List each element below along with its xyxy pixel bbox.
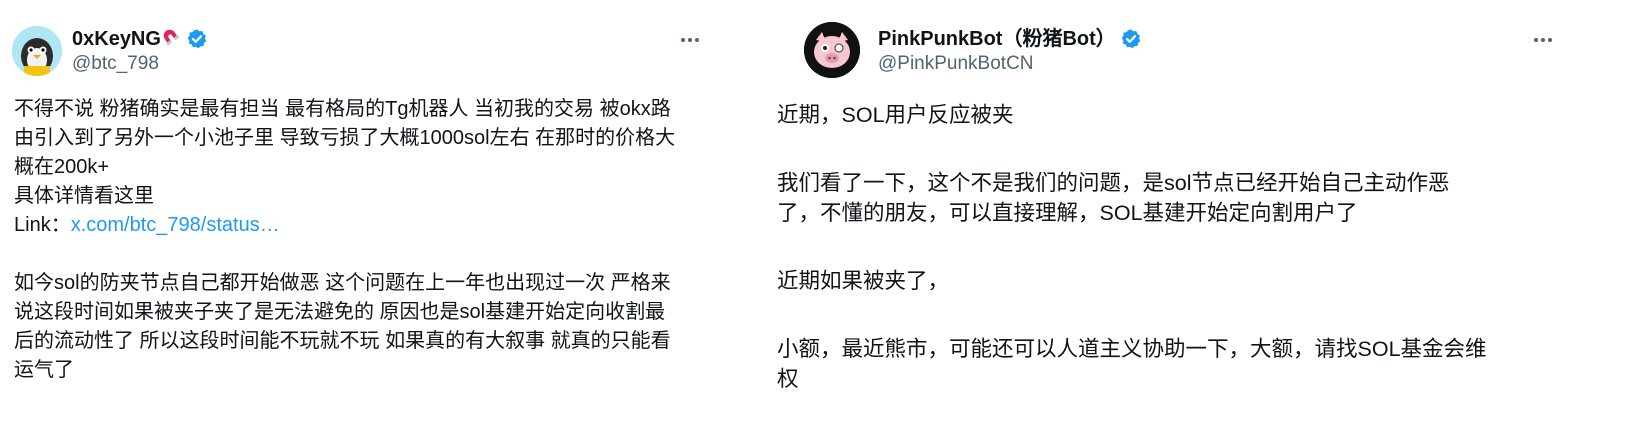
more-options-icon[interactable] xyxy=(1531,28,1555,52)
post-text-line: 后的流动性了 所以这段时间能不玩就不玩 如果真的有大叙事 就真的只能看 xyxy=(14,330,671,352)
post-text-line: 如今sol的防夹节点自己都开始做恶 这个问题在上一年也出现过一次 严格来 xyxy=(14,272,671,294)
display-name[interactable]: PinkPunkBot（粉猪Bot） xyxy=(878,27,1116,51)
status-link[interactable]: x.com/btc_798/status… xyxy=(71,214,280,236)
link-label: Link： xyxy=(14,214,71,236)
post-text-line: 小额，最近熊市，可能还可以人道主义协助一下，大额，请找SOL基金会维 xyxy=(777,337,1487,361)
post-body: 不得不说 粉猪确实是最有担当 最有格局的Tg机器人 当初我的交易 被okx路 由… xyxy=(14,95,675,385)
avatar[interactable] xyxy=(12,26,62,76)
post-text-line: 近期如果被夹了， xyxy=(777,269,950,293)
author-name-row: PinkPunkBot（粉猪Bot） xyxy=(878,27,1142,51)
post-text-line: 说这段时间如果被夹子夹了是无法避免的 原因也是sol基建开始定向收割最 xyxy=(14,301,666,323)
post-text-line: 近期，SOL用户反应被夹 xyxy=(777,103,1014,127)
post-text-line: 我们看了一下，这个不是我们的问题，是sol节点已经开始自己主动作恶 xyxy=(777,171,1450,195)
post-text-line: 由引入到了另外一个小池子里 导致亏损了大概1000sol左右 在那时的价格大 xyxy=(14,127,676,149)
post-text-line: 不得不说 粉猪确实是最有担当 最有格局的Tg机器人 当初我的交易 被okx路 xyxy=(14,98,671,120)
verified-badge-icon xyxy=(186,28,208,50)
author-name-row: 0xKeyNG xyxy=(72,27,208,51)
magnet-icon xyxy=(162,29,182,49)
post-left[interactable]: 0xKeyNG @btc_798 不得不说 粉猪确实是最有担当 最有格局的Tg机… xyxy=(0,0,736,434)
penguin-avatar-icon xyxy=(12,26,62,76)
handle[interactable]: @PinkPunkBotCN xyxy=(878,53,1034,75)
display-name[interactable]: 0xKeyNG xyxy=(72,27,161,51)
link-line: Link：x.com/btc_798/status… xyxy=(14,211,675,240)
handle[interactable]: @btc_798 xyxy=(72,53,159,75)
post-text-line: 了，不懂的朋友，可以直接理解，SOL基建开始定向割用户了 xyxy=(777,201,1358,225)
post-text-line: 具体详情看这里 xyxy=(14,185,154,207)
avatar[interactable] xyxy=(804,22,860,78)
post-text-line: 运气了 xyxy=(14,359,74,381)
more-options-icon[interactable] xyxy=(678,28,702,52)
post-body: 近期，SOL用户反应被夹 我们看了一下，这个不是我们的问题，是sol节点已经开始… xyxy=(777,100,1487,394)
post-text-line: 概在200k+ xyxy=(14,156,110,178)
pig-avatar-icon xyxy=(804,22,860,78)
verified-badge-icon xyxy=(1120,28,1142,50)
post-text-line: 权 xyxy=(777,367,799,391)
